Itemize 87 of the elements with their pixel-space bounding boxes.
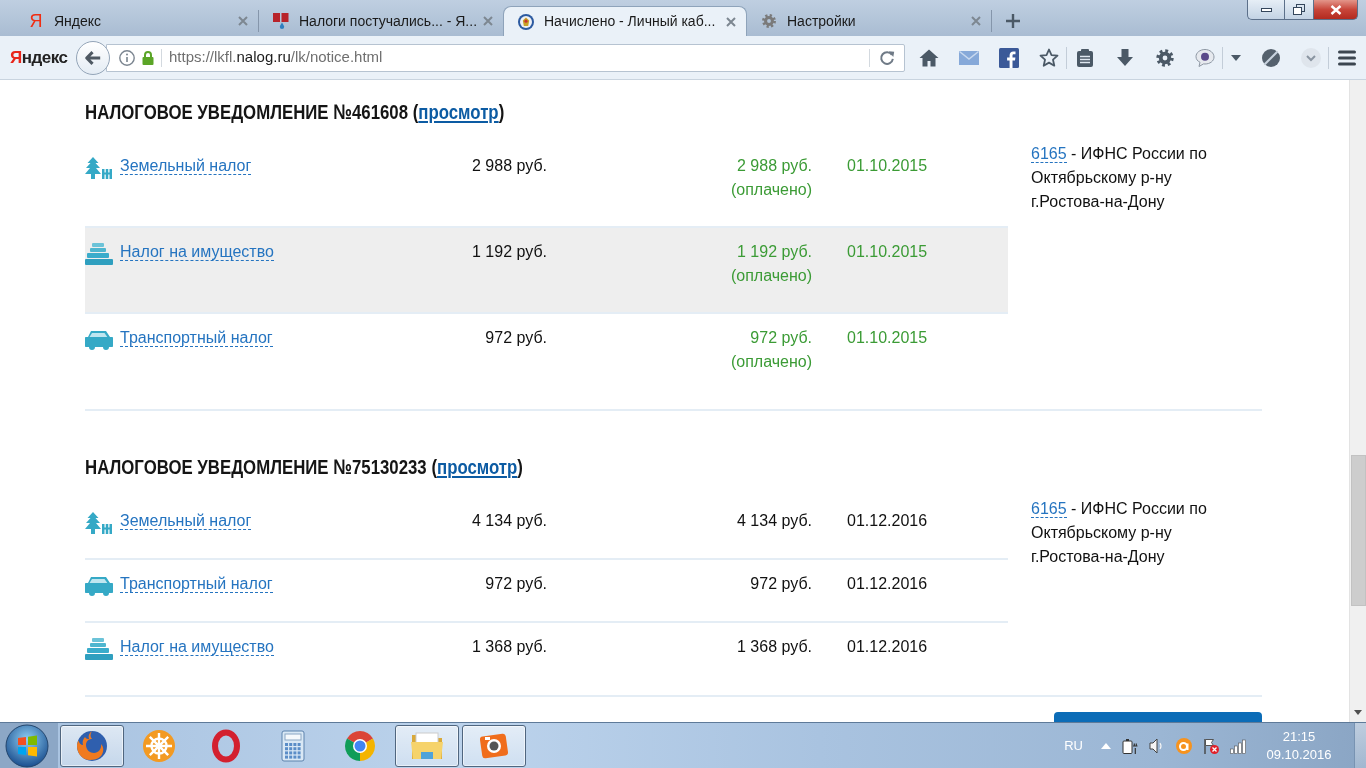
flag-error-icon[interactable]: [1203, 737, 1219, 754]
notice-heading: НАЛОГОВОЕ УВЕДОМЛЕНИЕ №461608 (просмотр): [85, 99, 505, 125]
payment-status-text: (оплачено): [730, 352, 812, 372]
restore-button[interactable]: [1284, 0, 1313, 20]
date-text: 01.12.2016: [847, 512, 928, 529]
close-icon[interactable]: [726, 16, 736, 27]
tax-name-link[interactable]: Земельный налог: [120, 512, 252, 530]
building-icon: [85, 242, 113, 265]
paid-amount-text: 1 368 руб.: [737, 637, 812, 657]
back-button[interactable]: [76, 40, 110, 75]
info-icon[interactable]: [119, 49, 135, 66]
tree-icon: [85, 156, 113, 179]
taskbar-button[interactable]: [60, 724, 124, 767]
car-icon: [85, 328, 113, 351]
paid-amount-text: 2 988 руб.: [737, 156, 812, 176]
settings-icon[interactable]: [1155, 47, 1175, 68]
restore-icon: [1293, 4, 1305, 15]
office-code-link[interactable]: 6165: [1031, 145, 1067, 163]
paid-amount-text: 1 192 руб.: [737, 242, 812, 262]
plus-icon[interactable]: [1006, 14, 1020, 28]
star-icon[interactable]: [1039, 47, 1059, 68]
paid-amount-text: 972 руб.: [750, 328, 812, 348]
browser-tab[interactable]: Я Яндекс: [14, 6, 258, 36]
taskbar-button[interactable]: [462, 724, 526, 767]
clipboard-icon[interactable]: [1075, 47, 1095, 68]
amount-text: 1 368 руб.: [472, 638, 547, 655]
url-text: https://lkfl.nalog.ru/lk/notice.html: [169, 47, 383, 68]
browser-tab[interactable]: Настройки: [747, 6, 991, 36]
download-icon[interactable]: [1115, 47, 1135, 68]
taskbar-button[interactable]: [395, 724, 459, 767]
battery-plug-icon[interactable]: [1122, 737, 1138, 754]
tree-icon: [85, 511, 113, 534]
scroll-down-arrow-icon[interactable]: [1354, 710, 1362, 715]
paid-amount-text: 4 134 руб.: [737, 511, 812, 531]
payment-status-text: (оплачено): [730, 180, 812, 200]
lock-icon: [142, 50, 154, 65]
clock-time: 21:15: [1282, 727, 1316, 746]
slashed-circle-icon[interactable]: [1261, 47, 1281, 68]
date-text: 01.10.2015: [847, 243, 928, 260]
amount-text: 972 руб.: [485, 329, 547, 346]
car-icon: [85, 574, 113, 597]
drop-logo-icon: [273, 13, 289, 29]
date-text: 01.12.2016: [847, 638, 928, 655]
reload-icon[interactable]: [878, 48, 896, 67]
date-text: 01.12.2016: [847, 575, 928, 592]
browser-tab[interactable]: Налоги постучались... - Я...: [259, 6, 503, 36]
start-button[interactable]: [5, 723, 49, 768]
minimize-icon: [1260, 7, 1272, 12]
scrollbar-thumb[interactable]: [1350, 455, 1366, 606]
payment-status-text: (оплачено): [730, 266, 812, 286]
close-icon: [1329, 4, 1342, 15]
browser-tab[interactable]: Начислено - Личный каб...: [503, 6, 747, 36]
brand-logo-text: Яндекс: [10, 46, 68, 69]
tax-name-link[interactable]: Налог на имущество: [120, 638, 274, 656]
signal-bars-icon[interactable]: [1230, 737, 1246, 754]
emblem-icon: [518, 13, 534, 30]
scrollbar-track[interactable]: [1349, 80, 1366, 722]
letter-logo-icon: Я: [28, 12, 44, 30]
clock-date: 09.10.2016: [1266, 745, 1332, 764]
facebook-icon[interactable]: [999, 47, 1019, 68]
caret-icon[interactable]: [1231, 54, 1241, 61]
amount-text: 972 руб.: [485, 575, 547, 592]
view-link[interactable]: просмотр: [418, 100, 499, 123]
settings-icon: [761, 13, 777, 29]
tax-office-text: 6165 - ИФНС России по Октябрьскому р-ну г.Ростова-на-Дону: [1031, 499, 1208, 567]
address-field[interactable]: https://lkfl.nalog.ru/lk/notice.html: [106, 43, 905, 72]
back-arrow-icon: [84, 48, 102, 67]
view-link[interactable]: просмотр: [437, 455, 518, 478]
tax-office-text: 6165 - ИФНС России по Октябрьскому р-ну г.Ростова-на-Дону: [1031, 144, 1208, 212]
tax-name-link[interactable]: Земельный налог: [120, 157, 252, 175]
amount-text: 1 192 руб.: [472, 243, 547, 260]
notice-heading: НАЛОГОВОЕ УВЕДОМЛЕНИЕ №75130233 (просмотр): [85, 454, 523, 480]
close-button[interactable]: [1313, 0, 1358, 20]
tax-name-link[interactable]: Транспортный налог: [120, 329, 273, 347]
minimize-button[interactable]: [1247, 0, 1284, 20]
speaker-icon[interactable]: [1149, 737, 1165, 754]
paid-amount-text: 972 руб.: [750, 574, 812, 594]
amount-text: 2 988 руб.: [472, 157, 547, 174]
tax-name-link[interactable]: Налог на имущество: [120, 243, 274, 261]
building-icon: [85, 637, 113, 660]
chat-bubble-icon[interactable]: [1195, 47, 1215, 68]
office-code-link[interactable]: 6165: [1031, 500, 1067, 518]
date-text: 01.10.2015: [847, 329, 928, 346]
home-icon[interactable]: [919, 47, 939, 68]
date-text: 01.10.2015: [847, 157, 928, 174]
amount-text: 4 134 руб.: [472, 512, 547, 529]
tax-name-link[interactable]: Транспортный налог: [120, 575, 273, 593]
